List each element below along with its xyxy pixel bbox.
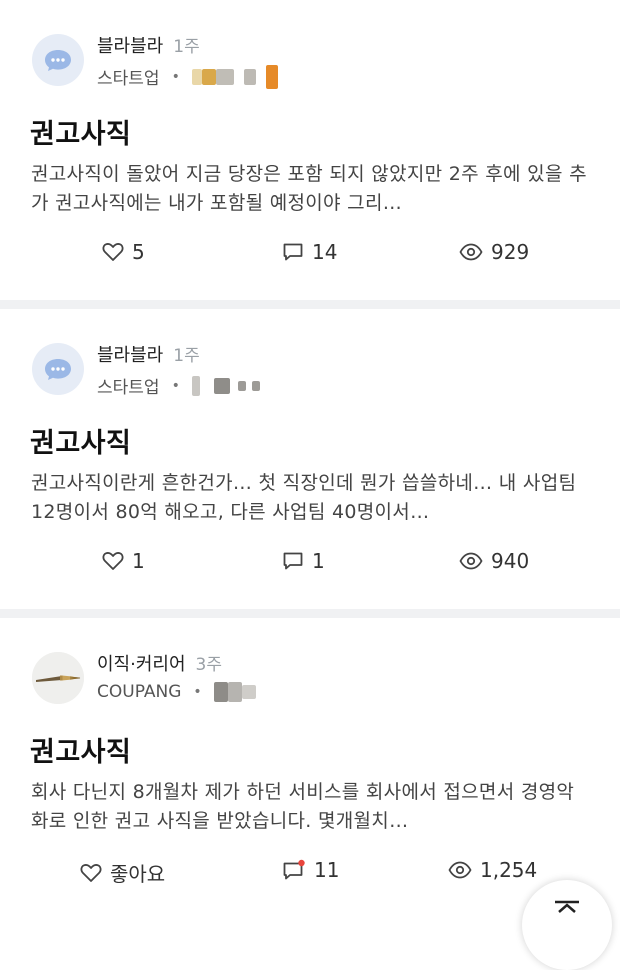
- eye-icon: [459, 552, 483, 570]
- post-stats: 1 1 940: [0, 549, 620, 589]
- view-count: 1,254: [480, 858, 538, 882]
- redacted-author: [191, 375, 260, 396]
- heart-icon: [102, 243, 124, 261]
- scroll-to-top-button[interactable]: [522, 880, 612, 970]
- redacted-author: [213, 682, 256, 702]
- post-preview[interactable]: 권고사직이란게 흔한건가… 첫 직장인데 뭔가 씁쓸하네… 내 사업팀 12명이…: [31, 469, 591, 527]
- post-preview[interactable]: 권고사직이 돌았어 지금 당장은 포함 되지 않았지만 2주 후에 있을 추가 …: [31, 160, 591, 218]
- comment-icon: [283, 243, 303, 261]
- community-name[interactable]: 블라블라 1주: [97, 341, 200, 367]
- post-card[interactable]: 블라블라 1주 스타트업 • 권고사직 권고사직이 돌았어 지금 당장은 포함 되지…: [0, 0, 620, 309]
- like-label: 좋아요: [110, 862, 166, 886]
- comment-button[interactable]: 1: [282, 549, 325, 573]
- community-name[interactable]: 블라블라 1주: [97, 32, 200, 58]
- eye-icon: [448, 861, 472, 879]
- post-age: 3주: [195, 655, 222, 675]
- comment-button[interactable]: 14: [282, 240, 337, 264]
- author-company: 스타트업 •: [97, 373, 260, 398]
- post-preview[interactable]: 회사 다닌지 8개월차 제가 하던 서비스를 회사에서 접으면서 경영악화로 인…: [31, 778, 591, 836]
- arrow-up-icon: [555, 900, 579, 913]
- chat-bubble-icon: [45, 50, 71, 71]
- post-title[interactable]: 권고사직: [30, 730, 131, 769]
- post-age: 1주: [173, 37, 200, 57]
- post-card[interactable]: 이직·커리어 3주 COUPANG • 권고사직 회사 다닌지 8개월차 제가 하던…: [0, 618, 620, 918]
- fountain-pen-icon: [32, 652, 84, 704]
- like-count: 5: [132, 240, 145, 264]
- like-button[interactable]: 1: [102, 549, 145, 573]
- comment-count: 14: [312, 240, 338, 264]
- post-title[interactable]: 권고사직: [30, 112, 131, 151]
- author-company: 스타트업 •: [97, 64, 278, 89]
- post-age: 1주: [173, 346, 200, 366]
- comment-count: 11: [314, 858, 340, 882]
- view-stat: 929: [459, 240, 529, 264]
- community-avatar: [32, 343, 84, 395]
- like-count: 1: [132, 549, 145, 573]
- like-button[interactable]: 좋아요: [80, 858, 165, 887]
- chat-bubble-icon: [45, 359, 71, 380]
- view-stat: 1,254: [448, 858, 537, 882]
- separator-dot: •: [171, 68, 180, 85]
- view-stat: 940: [459, 549, 529, 573]
- author-company: COUPANG •: [97, 682, 256, 702]
- comment-icon: [283, 859, 305, 880]
- comment-button[interactable]: 11: [282, 858, 339, 882]
- community-avatar: [32, 34, 84, 86]
- community-avatar: [32, 652, 84, 704]
- redacted-author: [191, 64, 278, 89]
- separator-dot: •: [171, 377, 180, 394]
- view-count: 940: [491, 549, 530, 573]
- post-title[interactable]: 권고사직: [30, 421, 131, 460]
- community-name[interactable]: 이직·커리어 3주: [97, 650, 222, 676]
- like-button[interactable]: 5: [102, 240, 145, 264]
- post-stats: 5 14 929: [0, 240, 620, 280]
- eye-icon: [459, 243, 483, 261]
- post-card[interactable]: 블라블라 1주 스타트업 • 권고사직 권고사직이란게 흔한건가… 첫 직장인데 뭔…: [0, 309, 620, 618]
- heart-icon: [80, 863, 102, 882]
- heart-icon: [102, 552, 124, 570]
- comment-icon: [283, 552, 303, 570]
- separator-dot: •: [193, 684, 202, 700]
- view-count: 929: [491, 240, 530, 264]
- comment-count: 1: [312, 549, 325, 573]
